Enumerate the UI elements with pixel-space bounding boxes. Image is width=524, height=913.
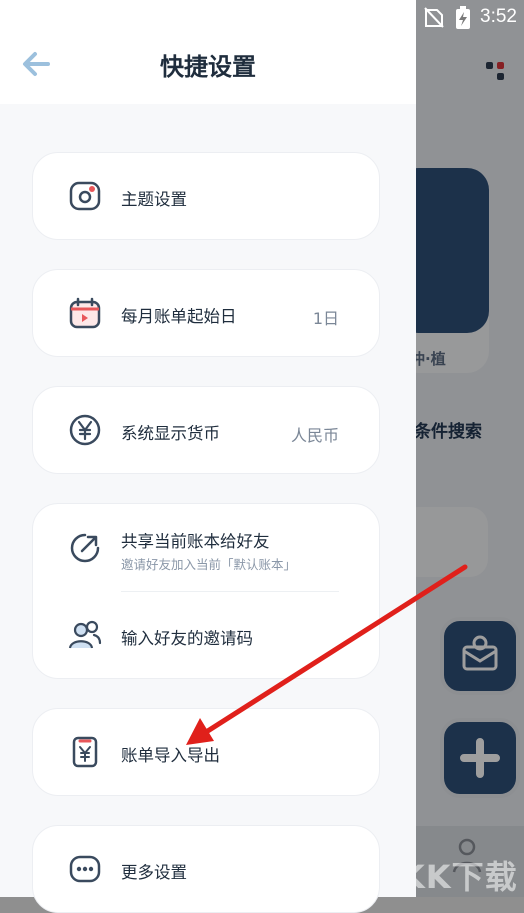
share-icon: [70, 533, 100, 563]
row-label: 每月账单起始日: [121, 307, 237, 326]
settings-card-theme: 主题设置: [32, 152, 380, 240]
row-label: 系统显示货币: [121, 424, 220, 443]
row-label: 主题设置: [121, 190, 187, 209]
settings-card-import-export: 账单导入导出: [32, 708, 380, 796]
row-label: 账单导入导出: [121, 746, 220, 765]
watermark: KK下载: [400, 858, 518, 896]
display-currency-row[interactable]: 系统显示货币 人民币: [33, 387, 379, 473]
bill-import-export-row[interactable]: 账单导入导出: [33, 709, 379, 795]
row-label: 共享当前账本给好友: [121, 532, 270, 551]
row-sublabel: 邀请好友加入当前「默认账本」: [121, 557, 297, 572]
page-title: 快捷设置: [160, 53, 256, 81]
billing-start-day-value: 1日: [312, 309, 339, 328]
more-icon: [69, 855, 101, 883]
settings-card-currency: 系统显示货币 人民币: [32, 386, 380, 474]
yuan-icon: [69, 414, 101, 446]
drawer-header: 快捷设置: [0, 0, 416, 104]
enter-invite-code-row[interactable]: 输入好友的邀请码: [33, 592, 379, 678]
calendar-icon: [69, 297, 101, 329]
settings-card-more: 更多设置: [32, 825, 380, 913]
friends-icon: [68, 620, 102, 649]
battery-charging-icon: [456, 6, 470, 29]
share-ledger-row[interactable]: 共享当前账本给好友 邀请好友加入当前「默认账本」: [33, 504, 379, 592]
quick-settings-drawer: 快捷设置 主题设置 每月账单起始日 1日 系统显示货币 人民币 共享当前账本给好…: [0, 0, 416, 913]
status-time: 3:52: [480, 6, 517, 27]
no-sim-icon: [424, 7, 444, 28]
more-settings-row[interactable]: 更多设置: [33, 826, 379, 912]
currency-value: 人民币: [290, 426, 339, 445]
row-label: 更多设置: [121, 863, 187, 882]
settings-card-billing-day: 每月账单起始日 1日: [32, 269, 380, 357]
bill-icon: [72, 736, 98, 768]
billing-start-day-row[interactable]: 每月账单起始日 1日: [33, 270, 379, 356]
row-label: 输入好友的邀请码: [121, 629, 253, 648]
theme-icon: [69, 181, 101, 211]
theme-settings-row[interactable]: 主题设置: [33, 153, 379, 239]
settings-card-sharing: 共享当前账本给好友 邀请好友加入当前「默认账本」 输入好友的邀请码: [32, 503, 380, 679]
